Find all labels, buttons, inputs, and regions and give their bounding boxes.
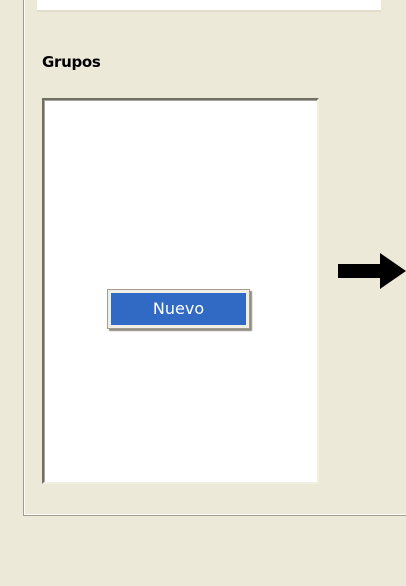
arrow-right-icon	[338, 253, 406, 289]
groups-title: Grupos	[42, 53, 101, 71]
context-menu: Nuevo	[107, 289, 250, 329]
menu-item-new[interactable]: Nuevo	[111, 293, 246, 325]
